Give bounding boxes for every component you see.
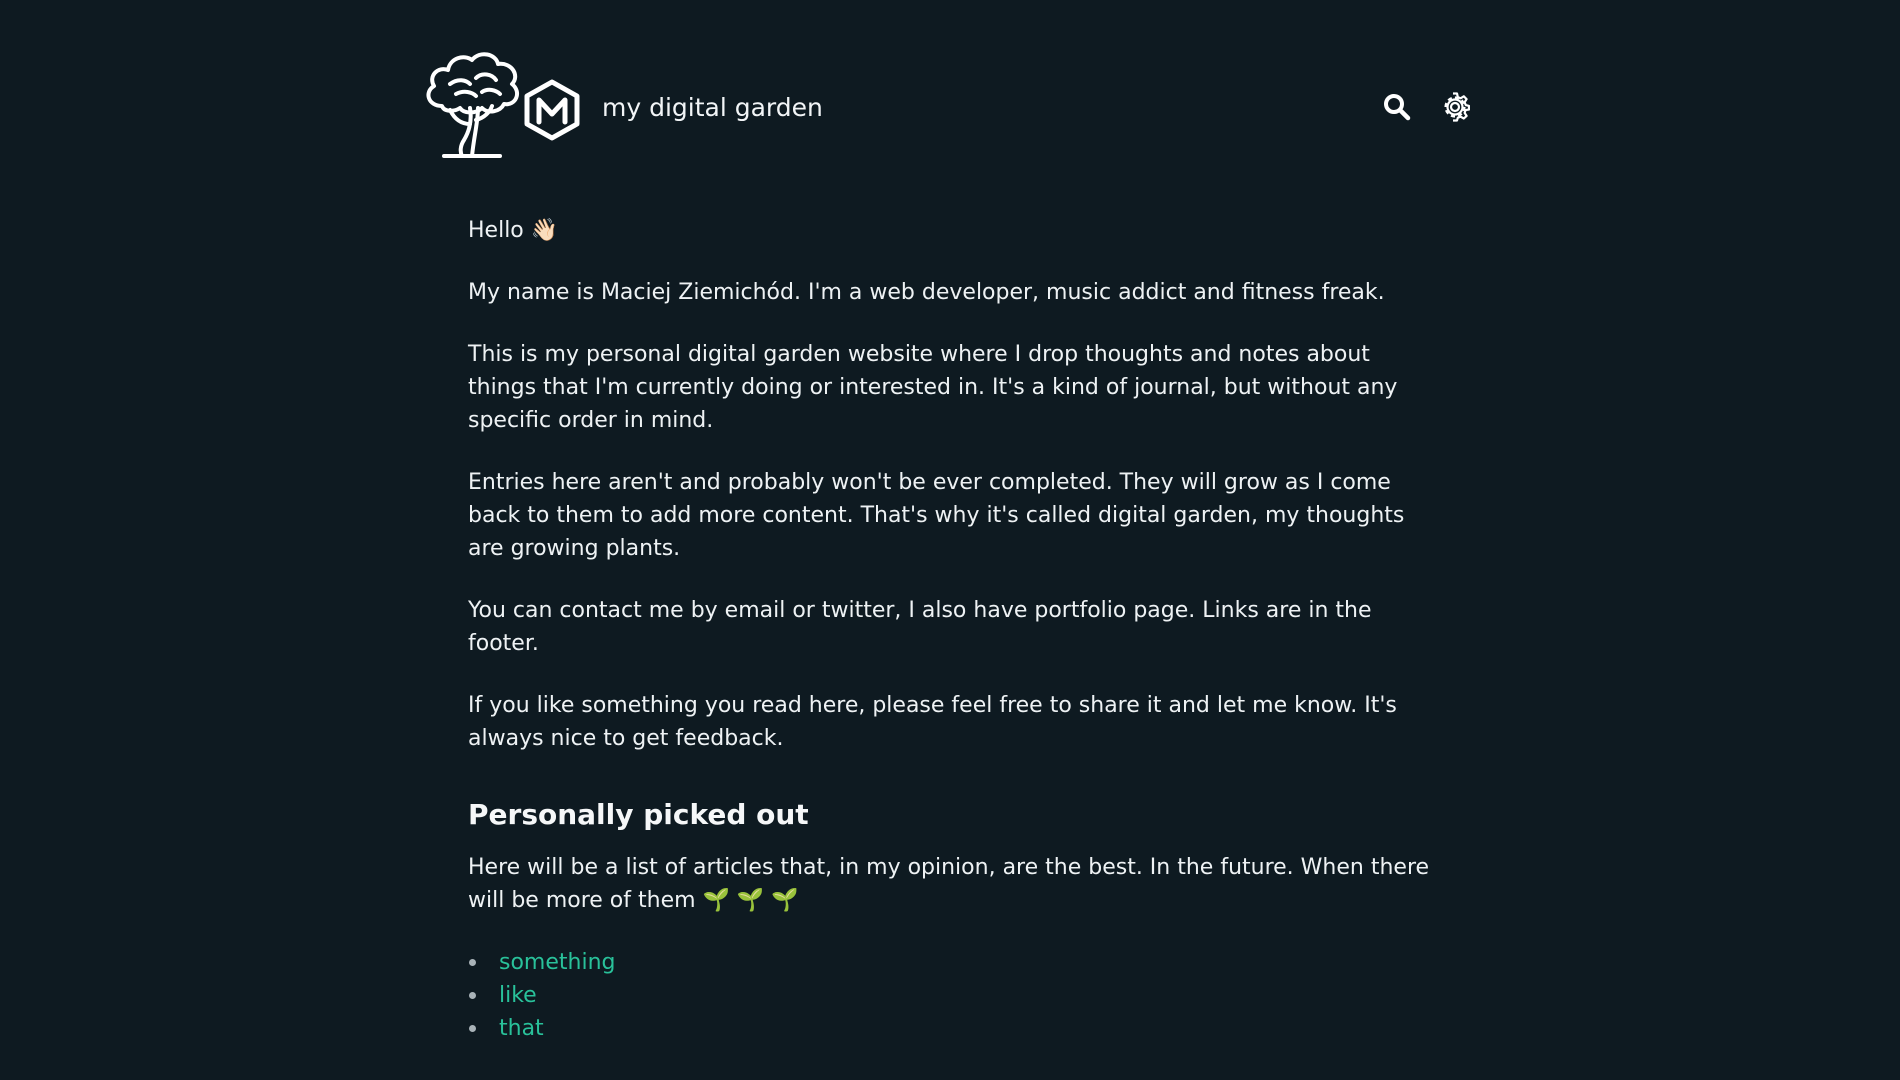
seedling-icons: 🌱 🌱 🌱	[702, 888, 799, 913]
main-content: Hello 👋🏻 My name is Maciej Ziemichód. I'…	[468, 214, 1433, 1045]
intro-paragraph: Entries here aren't and probably won't b…	[468, 470, 1405, 561]
site-header: my digital garden	[420, 48, 1470, 160]
list-item: something	[468, 946, 1433, 979]
settings-button[interactable]	[1440, 92, 1470, 122]
picked-articles-list: something like that	[468, 946, 1433, 1045]
article-link[interactable]: that	[499, 1016, 544, 1041]
site-title[interactable]: my digital garden	[602, 92, 823, 124]
section-description: Here will be a list of articles that, in…	[468, 851, 1433, 917]
article-link[interactable]: like	[499, 983, 537, 1008]
intro-paragraph: My name is Maciej Ziemichód. I'm a web d…	[468, 280, 1385, 305]
waving-hand-icon: 👋🏻	[530, 218, 559, 243]
gear-icon	[1444, 92, 1470, 122]
search-icon	[1384, 94, 1411, 121]
intro-paragraph: If you like something you read here, ple…	[468, 693, 1397, 751]
article-link[interactable]: something	[499, 950, 615, 975]
m-hexagon-icon[interactable]	[522, 78, 582, 142]
section-description-text: Here will be a list of articles that, in…	[468, 855, 1430, 913]
intro-paragraph: This is my personal digital garden websi…	[468, 342, 1398, 433]
intro-paragraph: You can contact me by email or twitter, …	[468, 598, 1372, 656]
list-item: that	[468, 1012, 1433, 1045]
greeting-text: Hello	[468, 218, 524, 243]
list-item: like	[468, 979, 1433, 1012]
tree-icon[interactable]	[420, 48, 524, 158]
section-heading: Personally picked out	[468, 798, 809, 831]
greeting: Hello 👋🏻	[468, 214, 1433, 247]
search-button[interactable]	[1382, 92, 1412, 122]
